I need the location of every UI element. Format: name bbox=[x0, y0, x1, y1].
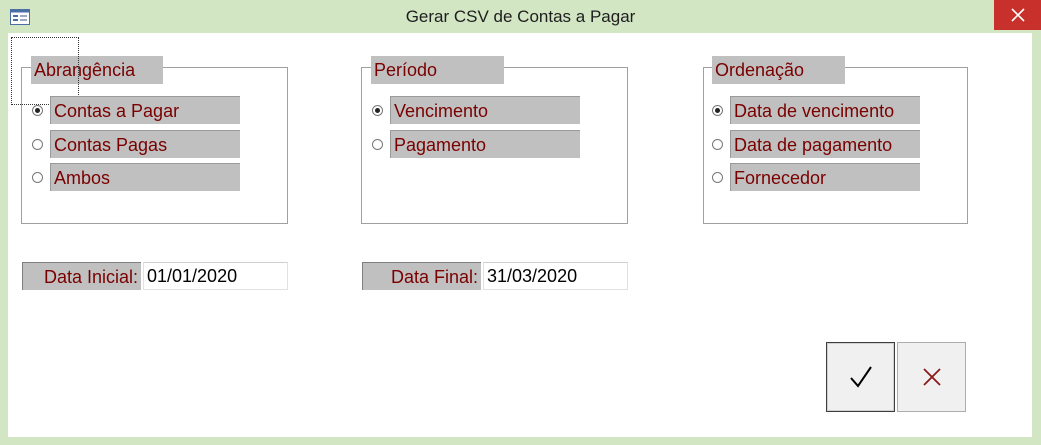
option-label[interactable]: Vencimento bbox=[390, 96, 580, 124]
radio-contas-a-pagar[interactable] bbox=[32, 105, 43, 116]
option-label[interactable]: Data de pagamento bbox=[730, 130, 920, 158]
close-icon bbox=[1010, 8, 1025, 22]
option-label[interactable]: Pagamento bbox=[390, 130, 580, 158]
option-label[interactable]: Contas Pagas bbox=[50, 130, 240, 158]
radio-data-de-vencimento[interactable] bbox=[712, 105, 723, 116]
option-label[interactable]: Ambos bbox=[50, 163, 240, 191]
cancel-button[interactable] bbox=[897, 342, 966, 412]
data-inicial-label: Data Inicial: bbox=[22, 262, 141, 290]
dialog-body: Abrangência Contas a Pagar Contas Pagas … bbox=[8, 33, 1032, 437]
data-final-label: Data Final: bbox=[362, 262, 481, 290]
radio-data-de-pagamento[interactable] bbox=[712, 139, 723, 150]
confirm-button[interactable] bbox=[826, 342, 895, 412]
radio-vencimento[interactable] bbox=[372, 105, 383, 116]
group-periodo-label: Período bbox=[371, 56, 504, 84]
close-button[interactable] bbox=[994, 0, 1041, 30]
data-inicial-input[interactable] bbox=[143, 262, 288, 290]
option-label[interactable]: Data de vencimento bbox=[730, 96, 920, 124]
title-bar: Gerar CSV de Contas a Pagar bbox=[0, 0, 1041, 33]
option-label[interactable]: Fornecedor bbox=[730, 163, 920, 191]
radio-pagamento[interactable] bbox=[372, 139, 383, 150]
group-ordenacao-label: Ordenação bbox=[712, 56, 845, 84]
radio-contas-pagas[interactable] bbox=[32, 139, 43, 150]
x-icon bbox=[922, 368, 941, 386]
window-title: Gerar CSV de Contas a Pagar bbox=[405, 7, 636, 26]
radio-fornecedor[interactable] bbox=[712, 172, 723, 183]
checkmark-icon bbox=[849, 366, 872, 388]
option-label[interactable]: Contas a Pagar bbox=[50, 96, 240, 124]
radio-ambos[interactable] bbox=[32, 172, 43, 183]
data-final-input[interactable] bbox=[483, 262, 628, 290]
focus-indicator bbox=[11, 37, 79, 105]
